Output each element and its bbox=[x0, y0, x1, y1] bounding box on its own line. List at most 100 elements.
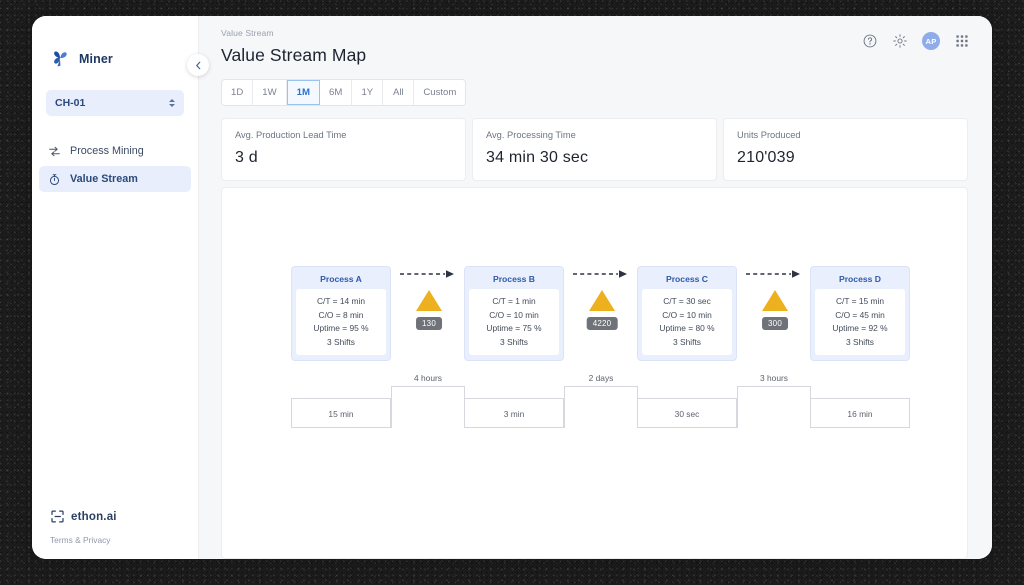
kpi-value: 210'039 bbox=[737, 149, 795, 166]
metric-shifts: 3 Shifts bbox=[327, 336, 355, 347]
vsm-canvas: Process A C/T = 14 min C/O = 8 min Uptim… bbox=[221, 187, 968, 559]
metric-cycle-time: C/T = 15 min bbox=[835, 296, 885, 306]
metric-cycle-time: C/T = 30 sec bbox=[663, 296, 711, 306]
header-actions: AP bbox=[862, 32, 970, 50]
ethon-logo-text: ethon.ai bbox=[71, 510, 117, 523]
gear-icon[interactable] bbox=[892, 33, 908, 49]
chevron-left-icon bbox=[195, 61, 200, 69]
brand: Miner bbox=[32, 16, 198, 76]
kpi-label: Units Produced bbox=[737, 130, 801, 140]
stopwatch-icon bbox=[49, 173, 60, 185]
breadcrumb[interactable]: Value Stream bbox=[221, 28, 968, 38]
transfer-icon bbox=[49, 146, 60, 156]
metric-changeover: C/O = 10 min bbox=[489, 309, 539, 320]
push-arrow-icon bbox=[746, 270, 800, 278]
metric-changeover: C/O = 8 min bbox=[318, 309, 364, 320]
inventory-count-badge: 4220 bbox=[586, 317, 618, 330]
metric-cycle-time: C/T = 1 min bbox=[492, 296, 536, 306]
metric-shifts: 3 Shifts bbox=[846, 336, 874, 347]
pinwheel-icon bbox=[54, 51, 67, 67]
process-title: Process A bbox=[320, 274, 362, 284]
stepper-icon bbox=[169, 99, 175, 107]
range-1m[interactable]: 1M bbox=[286, 80, 320, 105]
wait-segment-a-b bbox=[391, 386, 465, 428]
metric-uptime: Uptime = 75 % bbox=[486, 323, 542, 333]
metric-cycle-time: C/T = 14 min bbox=[316, 296, 366, 306]
metric-uptime: Uptime = 80 % bbox=[659, 323, 715, 333]
inventory-triangle-icon bbox=[416, 290, 442, 311]
sidebar-footer: ethon.ai Terms & Privacy bbox=[32, 509, 198, 559]
process-box-a[interactable]: Process A C/T = 14 min C/O = 8 min Uptim… bbox=[291, 266, 391, 361]
metric-shifts: 3 Shifts bbox=[500, 336, 528, 347]
process-title: Process D bbox=[838, 274, 882, 284]
main-content: Value Stream Value Stream Map AP 1D 1W 1… bbox=[199, 16, 992, 559]
kpi-card-processing-time: Avg. Processing Time 34 min 30 sec bbox=[472, 118, 717, 181]
metric-changeover: C/O = 10 min bbox=[662, 309, 712, 320]
wait-label: 2 days bbox=[588, 373, 614, 383]
kpi-card-units-produced: Units Produced 210'039 bbox=[723, 118, 968, 181]
sidebar-nav: Process Mining Value Stream bbox=[32, 138, 198, 192]
range-all[interactable]: All bbox=[383, 80, 415, 105]
range-1d[interactable]: 1D bbox=[222, 80, 254, 105]
app-window: Miner CH-01 Process Mining Value Stream … bbox=[32, 16, 992, 559]
connector-c-d: 300 bbox=[745, 266, 805, 344]
brand-name: Miner bbox=[79, 52, 113, 66]
sidebar-collapse-button[interactable] bbox=[187, 54, 209, 76]
sidebar: Miner CH-01 Process Mining Value Stream … bbox=[32, 16, 209, 559]
help-icon[interactable] bbox=[862, 33, 878, 49]
process-metrics: C/T = 30 sec C/O = 10 min Uptime = 80 % … bbox=[642, 289, 732, 355]
avatar[interactable]: AP bbox=[922, 32, 940, 50]
time-range-selector: 1D 1W 1M 6M 1Y All Custom bbox=[221, 79, 467, 106]
timeline-ladder: 15 min 3 min 30 sec 16 min 4 hours 2 day… bbox=[222, 373, 967, 433]
kpi-row: Avg. Production Lead Time 3 d Avg. Proce… bbox=[221, 118, 968, 181]
kpi-value: 3 d bbox=[235, 149, 258, 166]
value-stream-diagram: Process A C/T = 14 min C/O = 8 min Uptim… bbox=[222, 188, 967, 558]
inventory-triangle-icon bbox=[589, 290, 615, 311]
process-box-d[interactable]: Process D C/T = 15 min C/O = 45 min Upti… bbox=[810, 266, 910, 361]
value-added-label: 3 min bbox=[503, 409, 525, 419]
process-box-b[interactable]: Process B C/T = 1 min C/O = 10 min Uptim… bbox=[464, 266, 564, 361]
process-box-c[interactable]: Process C C/T = 30 sec C/O = 10 min Upti… bbox=[637, 266, 737, 361]
terms-privacy-link[interactable]: Terms & Privacy bbox=[50, 535, 198, 545]
connector-a-b: 130 bbox=[399, 266, 459, 344]
site-selector[interactable]: CH-01 bbox=[46, 90, 184, 116]
ethon-logo: ethon.ai bbox=[50, 509, 198, 524]
connector-b-c: 4220 bbox=[572, 266, 632, 344]
value-added-label: 15 min bbox=[328, 409, 354, 419]
value-added-label: 30 sec bbox=[674, 409, 700, 419]
metric-uptime: Uptime = 92 % bbox=[832, 323, 888, 333]
process-metrics: C/T = 14 min C/O = 8 min Uptime = 95 % 3… bbox=[296, 289, 386, 355]
push-arrow-icon bbox=[573, 270, 627, 278]
process-title: Process C bbox=[665, 274, 709, 284]
desktop-background: Miner CH-01 Process Mining Value Stream … bbox=[0, 0, 1024, 585]
range-custom[interactable]: Custom bbox=[414, 80, 466, 105]
process-metrics: C/T = 1 min C/O = 10 min Uptime = 75 % 3… bbox=[469, 289, 559, 355]
push-arrow-icon bbox=[400, 270, 454, 278]
kpi-label: Avg. Production Lead Time bbox=[235, 130, 347, 140]
inventory-count-badge: 300 bbox=[762, 317, 788, 330]
value-added-label: 16 min bbox=[847, 409, 873, 419]
range-6m[interactable]: 6M bbox=[319, 80, 353, 105]
range-1y[interactable]: 1Y bbox=[352, 80, 384, 105]
metric-uptime: Uptime = 95 % bbox=[313, 323, 369, 333]
sidebar-item-label: Value Stream bbox=[70, 173, 138, 185]
apps-grid-icon[interactable] bbox=[954, 33, 970, 49]
kpi-label: Avg. Processing Time bbox=[486, 130, 576, 140]
kpi-card-lead-time: Avg. Production Lead Time 3 d bbox=[221, 118, 466, 181]
range-1w[interactable]: 1W bbox=[253, 80, 287, 105]
sidebar-item-value-stream[interactable]: Value Stream bbox=[39, 166, 191, 192]
page-header: Value Stream Value Stream Map AP bbox=[199, 16, 992, 66]
page-title: Value Stream Map bbox=[221, 45, 367, 65]
wait-segment-c-d bbox=[737, 386, 811, 428]
site-selector-value: CH-01 bbox=[55, 97, 86, 109]
metric-changeover: C/O = 45 min bbox=[835, 309, 885, 320]
kpi-value: 34 min 30 sec bbox=[486, 149, 589, 166]
wait-segment-b-c bbox=[564, 386, 638, 428]
sidebar-item-process-mining[interactable]: Process Mining bbox=[39, 138, 191, 164]
process-title: Process B bbox=[492, 274, 536, 284]
wait-label: 4 hours bbox=[414, 373, 442, 383]
sidebar-item-label: Process Mining bbox=[70, 145, 144, 157]
inventory-triangle-icon bbox=[762, 290, 788, 311]
metric-shifts: 3 Shifts bbox=[673, 336, 701, 347]
process-metrics: C/T = 15 min C/O = 45 min Uptime = 92 % … bbox=[815, 289, 905, 355]
